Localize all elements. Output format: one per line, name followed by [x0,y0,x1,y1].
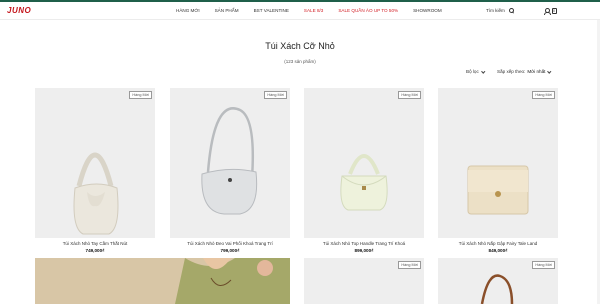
product-count: (123 sản phẩm) [284,59,316,64]
site-header: JUNO HÀNG MỚI SẢN PHẨM BST VALENTINE SAL… [0,2,600,20]
search-label: Tìm kiếm [486,8,505,13]
nav-item-valentine[interactable]: BST VALENTINE [254,8,289,13]
nav-item-sale-clothing[interactable]: SALE QUẦN ÁO UP TO 50% [338,8,398,13]
product-price: 849,000₫ [488,248,508,253]
handbag-silver-shoulder-icon [201,107,258,215]
nav-item-products[interactable]: SẢN PHẨM [215,8,239,13]
chevron-down-icon [547,68,552,73]
product-card[interactable]: Hàng Mới [304,258,424,304]
product-name[interactable]: Túi Xách Nhỏ Top Handle Trang Trí Khoá [304,241,424,246]
model-photo-card[interactable] [35,258,290,304]
nav-item-showroom[interactable]: SHOWROOM [413,8,442,13]
product-name[interactable]: Túi Xách Nhỏ Tay Cầm Thắt Nút [35,241,155,246]
main-nav: HÀNG MỚI SẢN PHẨM BST VALENTINE SALE 8/3… [176,8,457,13]
sort-select[interactable]: Sắp xếp theo: Mới nhất [497,68,552,74]
sort-label: Sắp xếp theo: [497,69,526,74]
handbag-brown-strap-icon [480,274,514,304]
search-icon[interactable] [508,8,514,13]
page-title: Túi Xách Cỡ Nhỏ [265,41,335,51]
product-price: 749,000₫ [85,248,105,253]
nav-item-new[interactable]: HÀNG MỚI [176,8,200,13]
product-price: 899,000₫ [354,248,374,253]
filter-label: Bộ lọc [466,69,479,74]
filter-button[interactable]: Bộ lọc [466,68,485,74]
user-icon[interactable] [543,8,551,16]
product-price: 799,000₫ [220,248,240,253]
new-badge: Hàng Mới [398,261,421,269]
product-name[interactable]: Túi Xách Nhỏ Đeo Vai Phối Khoá Trang Trí [170,241,290,246]
chevron-down-icon [481,68,485,73]
model-photo-icon [35,258,290,304]
handbag-beige-flap-icon [467,165,529,215]
handbag-white-knot-icon [73,152,119,235]
product-card[interactable]: Hàng Mới [304,88,424,238]
handbag-mint-top-handle-icon [340,154,388,211]
product-card[interactable]: Hàng Mới [35,88,155,238]
nav-item-sale-8-3[interactable]: SALE 8/3 [304,8,323,13]
search-box[interactable]: Tìm kiếm [486,8,514,13]
product-card[interactable]: Hàng Mới [438,258,558,304]
cart-count: 0 [553,8,555,13]
product-card[interactable]: Hàng Mới [438,88,558,238]
product-name[interactable]: Túi Xách Nhỏ Nắp Gập Fairy Tale Land [438,241,558,246]
sort-value: Mới nhất [527,69,546,74]
product-card[interactable]: Hàng Mới [170,88,290,238]
brand-logo[interactable]: JUNO [7,6,31,15]
